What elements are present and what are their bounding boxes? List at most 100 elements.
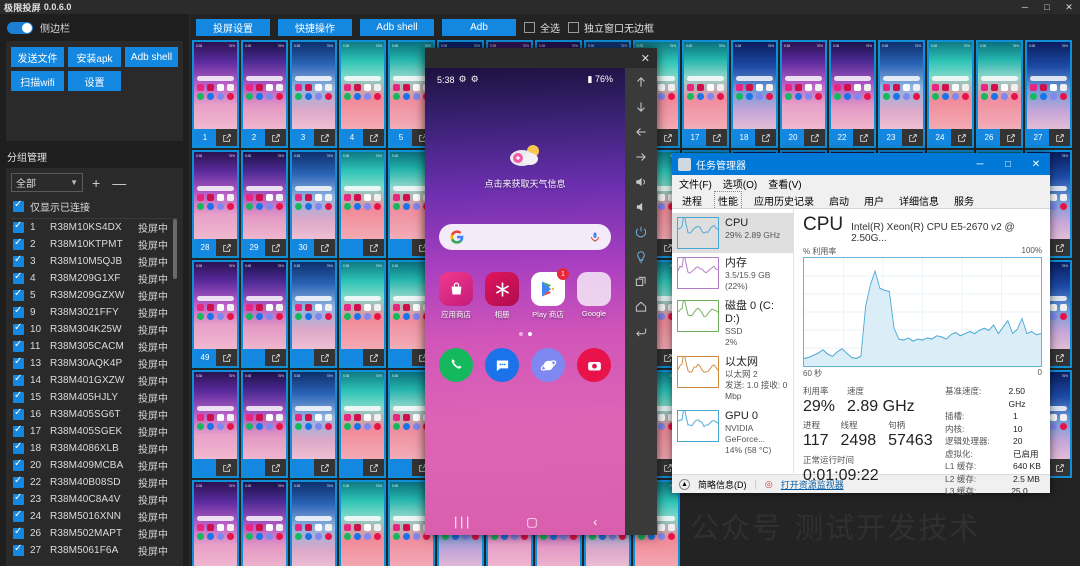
device-list-item[interactable]: 2R38M10KTPMT投屏中 [11, 236, 178, 253]
volume-up-icon[interactable] [632, 174, 650, 190]
popout-icon[interactable] [216, 459, 237, 476]
play-store-app[interactable]: 1 Play 商店 [527, 272, 569, 320]
task-manager-tab[interactable]: 用户 [861, 192, 887, 209]
popout-icon[interactable] [657, 129, 678, 146]
popout-icon[interactable] [314, 239, 335, 256]
thumbnail-index[interactable]: 4 [341, 129, 363, 146]
device-thumbnail[interactable]: 5:38 76% 49 [192, 260, 239, 368]
device-checkbox[interactable] [13, 528, 24, 539]
device-list-item[interactable]: 1 R38M10KS4DX 投屏中 [11, 219, 178, 236]
thumbnail-index[interactable]: 26 [978, 129, 1000, 146]
popout-icon[interactable] [265, 459, 286, 476]
arrow-left-icon[interactable] [632, 124, 650, 140]
popout-icon[interactable] [706, 129, 727, 146]
popout-icon[interactable] [314, 129, 335, 146]
scan-wifi-button[interactable]: 扫描wifi [11, 71, 64, 91]
device-thumbnail[interactable]: 5:3876% [241, 370, 288, 478]
popout-icon[interactable] [363, 239, 384, 256]
select-all-checkbox[interactable] [524, 22, 535, 33]
device-thumbnail[interactable]: 5:38 76% 24 [927, 40, 974, 148]
only-connected-checkbox[interactable] [13, 201, 24, 212]
arrow-up-icon[interactable] [632, 74, 650, 90]
group-select[interactable]: 全部 ▼ [11, 173, 83, 192]
install-apk-button[interactable]: 安装apk [68, 47, 121, 67]
thumbnail-index[interactable]: 2 [243, 129, 265, 146]
device-checkbox[interactable] [13, 392, 24, 403]
quick-actions-button[interactable]: 快捷操作 [278, 19, 352, 36]
popout-icon[interactable] [755, 129, 776, 146]
send-file-button[interactable]: 发送文件 [11, 47, 64, 67]
back-nav-icon[interactable]: ‹ [593, 515, 597, 529]
google-search-bar[interactable] [439, 224, 611, 250]
device-list-item[interactable]: 9R38M3021FFY投屏中 [11, 304, 178, 321]
device-checkbox[interactable] [13, 426, 24, 437]
device-thumbnail[interactable]: 5:3876% [339, 260, 386, 368]
thumbnail-index[interactable]: 29 [243, 239, 265, 256]
popout-icon[interactable] [951, 129, 972, 146]
cast-settings-button[interactable]: 投屏设置 [196, 19, 270, 36]
phone-icon[interactable] [439, 348, 473, 382]
device-checkbox[interactable] [13, 511, 24, 522]
device-checkbox[interactable] [13, 545, 24, 556]
thumbnail-index[interactable]: 3 [292, 129, 314, 146]
device-thumbnail[interactable]: 5:38 76% 27 [1025, 40, 1072, 148]
device-thumbnail[interactable]: 5:3876% [290, 370, 337, 478]
popout-icon[interactable] [363, 129, 384, 146]
task-manager-tab[interactable]: 性能 [714, 191, 742, 210]
task-manager-tab[interactable]: 启动 [826, 192, 852, 209]
popout-icon[interactable] [314, 349, 335, 366]
borderless-checkbox[interactable] [568, 22, 579, 33]
device-checkbox[interactable] [13, 409, 24, 420]
microphone-icon[interactable] [589, 229, 601, 245]
thumbnail-index[interactable]: 17 [684, 129, 706, 146]
device-checkbox[interactable] [13, 358, 24, 369]
device-thumbnail[interactable]: 5:3876% [339, 150, 386, 258]
device-thumbnail[interactable]: 5:3876%108 [339, 480, 386, 566]
device-thumbnail[interactable]: 5:3876%105 [192, 480, 239, 566]
thumbnail-index[interactable] [341, 239, 363, 256]
thumbnail-index[interactable]: 1 [194, 129, 216, 146]
popout-icon[interactable] [1049, 349, 1070, 366]
device-thumbnail[interactable]: 5:38 76% 26 [976, 40, 1023, 148]
thumbnail-index[interactable] [194, 459, 216, 476]
device-thumbnail[interactable]: 5:3876% [339, 370, 386, 478]
browser-icon[interactable] [531, 348, 565, 382]
device-thumbnail[interactable]: 5:3876% [290, 260, 337, 368]
adb-shell-button[interactable]: Adb shell [125, 47, 178, 67]
device-thumbnail[interactable]: 5:38 76% 28 [192, 150, 239, 258]
menu-view[interactable]: 查看(V) [768, 176, 801, 191]
device-list-scrollbar[interactable] [173, 219, 177, 279]
google-folder-app[interactable]: Google [573, 272, 615, 320]
adb-shell-toolbar-button[interactable]: Adb shell [360, 19, 434, 36]
home-nav-icon[interactable]: ▢ [526, 515, 537, 529]
popout-icon[interactable] [1049, 129, 1070, 146]
device-thumbnail[interactable]: 5:38 76% 1 [192, 40, 239, 148]
device-list-item[interactable]: 13R38M30AQK4P投屏中 [11, 355, 178, 372]
bulb-icon[interactable] [632, 249, 650, 265]
thumbnail-index[interactable] [243, 349, 265, 366]
thumbnail-index[interactable]: 28 [194, 239, 216, 256]
remove-group-button[interactable]: — [109, 176, 129, 190]
borderless-checkbox-row[interactable]: 独立窗口无边框 [568, 20, 654, 35]
device-thumbnail[interactable]: 5:38 76% 3 [290, 40, 337, 148]
app-store-app[interactable]: 应用商店 [435, 272, 477, 320]
device-checkbox[interactable] [13, 239, 24, 250]
back-icon[interactable] [632, 324, 650, 340]
select-all-checkbox-row[interactable]: 全选 [524, 20, 560, 35]
thumbnail-index[interactable] [341, 349, 363, 366]
mirror-close-icon[interactable]: ✕ [641, 52, 650, 65]
thumbnail-index[interactable] [243, 459, 265, 476]
volume-down-icon[interactable] [632, 199, 650, 215]
phone-mirror-window[interactable]: ✕ 5:38 ⚙ ⚙ ▮ 76% 点击来获取天气信息 应用商店 相册 1 Pla… [425, 48, 657, 535]
device-thumbnail[interactable]: 5:38 76% 2 [241, 40, 288, 148]
popout-icon[interactable] [265, 349, 286, 366]
thumbnail-index[interactable] [390, 239, 412, 256]
menu-options[interactable]: 选项(O) [723, 176, 757, 191]
popout-icon[interactable] [902, 129, 923, 146]
popout-icon[interactable] [216, 239, 237, 256]
device-thumbnail[interactable]: 5:3876% [192, 370, 239, 478]
device-list-item[interactable]: 23R38M40C8A4V投屏中 [11, 491, 178, 508]
device-thumbnail[interactable]: 5:38 76% 22 [829, 40, 876, 148]
device-checkbox[interactable] [13, 443, 24, 454]
arrow-down-icon[interactable] [632, 99, 650, 115]
